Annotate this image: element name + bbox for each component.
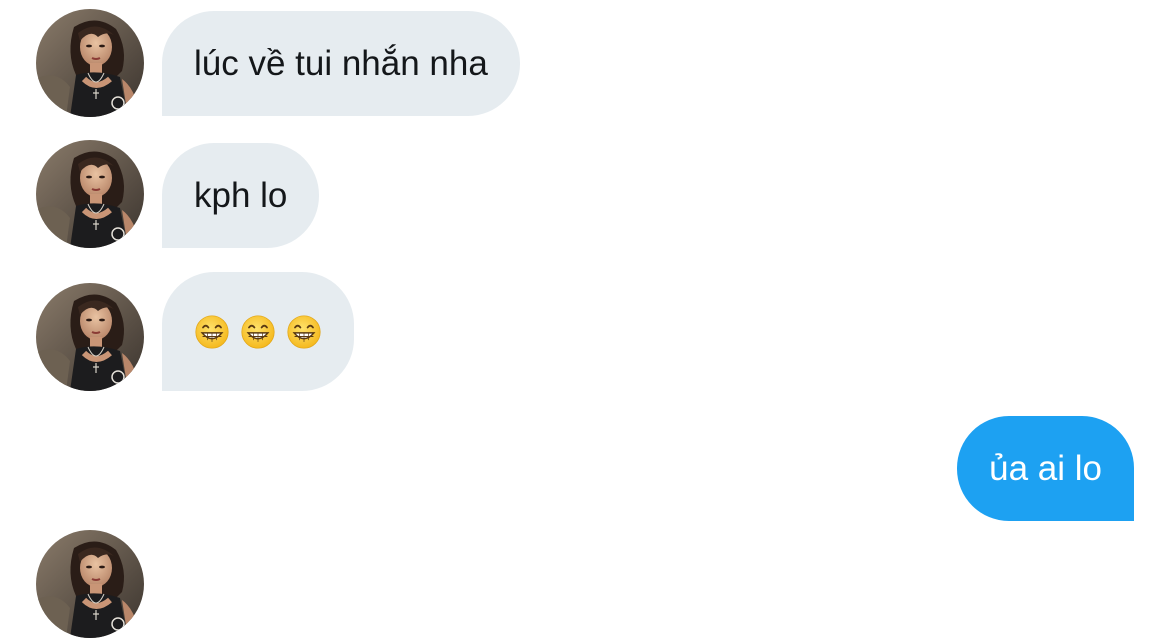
message-text: ủa ai lo [989,448,1102,488]
message-bubble-incoming[interactable] [162,272,354,391]
message-bubble-incoming[interactable]: lúc về tui nhắn nha [162,11,520,116]
avatar[interactable] [36,283,144,391]
avatar[interactable] [36,140,144,248]
message-text: kph lo [194,175,288,215]
avatar[interactable] [36,9,144,117]
avatar[interactable] [36,530,144,638]
grinning-face-with-smiling-eyes-icon [240,314,276,350]
emoji-group [194,314,322,350]
message-bubble-outgoing[interactable]: ủa ai lo [957,416,1134,521]
message-bubble-incoming[interactable]: kph lo [162,143,320,248]
grinning-face-with-smiling-eyes-icon [286,314,322,350]
message-text: lúc về tui nhắn nha [194,43,488,83]
grinning-face-with-smiling-eyes-icon [194,314,230,350]
